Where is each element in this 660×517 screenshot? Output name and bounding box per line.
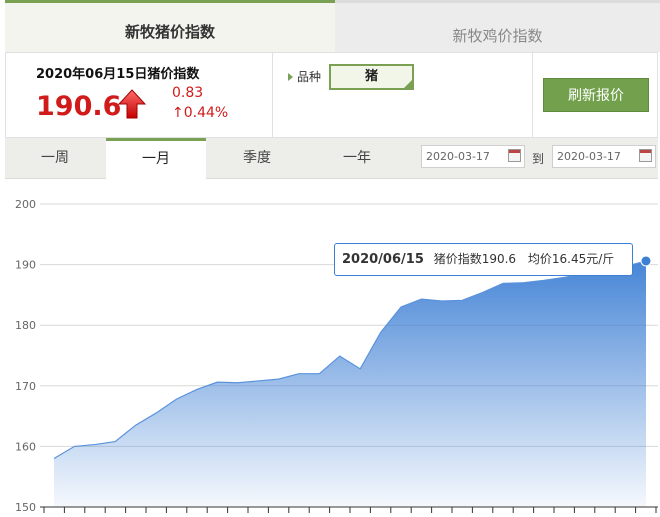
check-corner-icon — [403, 79, 413, 89]
tooltip-average: 均价16.45元/斤 — [527, 252, 615, 266]
summary-date-title: 2020年06月15日猪价指数 — [36, 67, 200, 82]
price-index-chart: 150 160 170 180 190 200 — [15, 198, 658, 514]
date-range-separator: 到 — [532, 152, 545, 166]
y-tick-label: 160 — [15, 440, 36, 453]
tab-chicken-index[interactable]: 新牧鸡价指数 — [335, 0, 660, 52]
data-point-marker[interactable] — [640, 255, 652, 267]
breed-select[interactable]: 猪 — [329, 64, 414, 90]
tab-year[interactable]: 一年 — [307, 138, 407, 179]
end-date-input[interactable]: 2020-03-17 — [552, 145, 656, 168]
chart-tooltip: 2020/06/15 猪价指数190.6 均价16.45元/斤 — [334, 243, 633, 276]
tab-chicken-index-label: 新牧鸡价指数 — [452, 27, 543, 45]
index-tabs: 新牧猪价指数 新牧鸡价指数 — [5, 0, 660, 52]
y-tick-label: 170 — [15, 380, 36, 393]
tab-week[interactable]: 一周 — [5, 138, 105, 179]
tooltip-date: 2020/06/15 — [342, 252, 424, 267]
end-date-value: 2020-03-17 — [557, 150, 621, 163]
y-tick-label: 150 — [15, 501, 36, 514]
calendar-icon[interactable] — [639, 149, 652, 162]
tab-pig-index-label: 新牧猪价指数 — [124, 23, 215, 41]
refresh-price-button[interactable]: 刷新报价 — [543, 78, 649, 112]
triangle-right-icon — [288, 73, 293, 81]
breed-label: 品种 — [297, 70, 322, 84]
price-change-percent: ↑0.44% — [172, 105, 229, 121]
summary-panel: 2020年06月15日猪价指数 190.6 0.83 ↑0.44% 品种 猪 刷… — [5, 52, 658, 138]
tab-quarter[interactable]: 季度 — [207, 138, 307, 179]
y-tick-label: 190 — [15, 259, 36, 272]
divider — [532, 53, 533, 137]
start-date-value: 2020-03-17 — [426, 150, 490, 163]
start-date-input[interactable]: 2020-03-17 — [421, 145, 525, 168]
tab-month[interactable]: 一月 — [106, 138, 206, 180]
divider — [272, 53, 273, 137]
tab-pig-index[interactable]: 新牧猪价指数 — [5, 0, 335, 52]
breed-selected-value: 猪 — [364, 69, 378, 84]
period-tabs: 一周 一月 季度 一年 2020-03-17 到 2020-03-17 — [5, 138, 658, 180]
series-area — [54, 260, 646, 507]
tooltip-index: 猪价指数190.6 — [433, 252, 517, 266]
calendar-icon[interactable] — [508, 149, 521, 162]
y-tick-label: 180 — [15, 319, 36, 332]
current-price: 190.6 — [36, 91, 122, 122]
price-change: 0.83 — [172, 85, 204, 101]
up-arrow-icon — [118, 89, 146, 119]
y-tick-label: 200 — [15, 198, 36, 211]
